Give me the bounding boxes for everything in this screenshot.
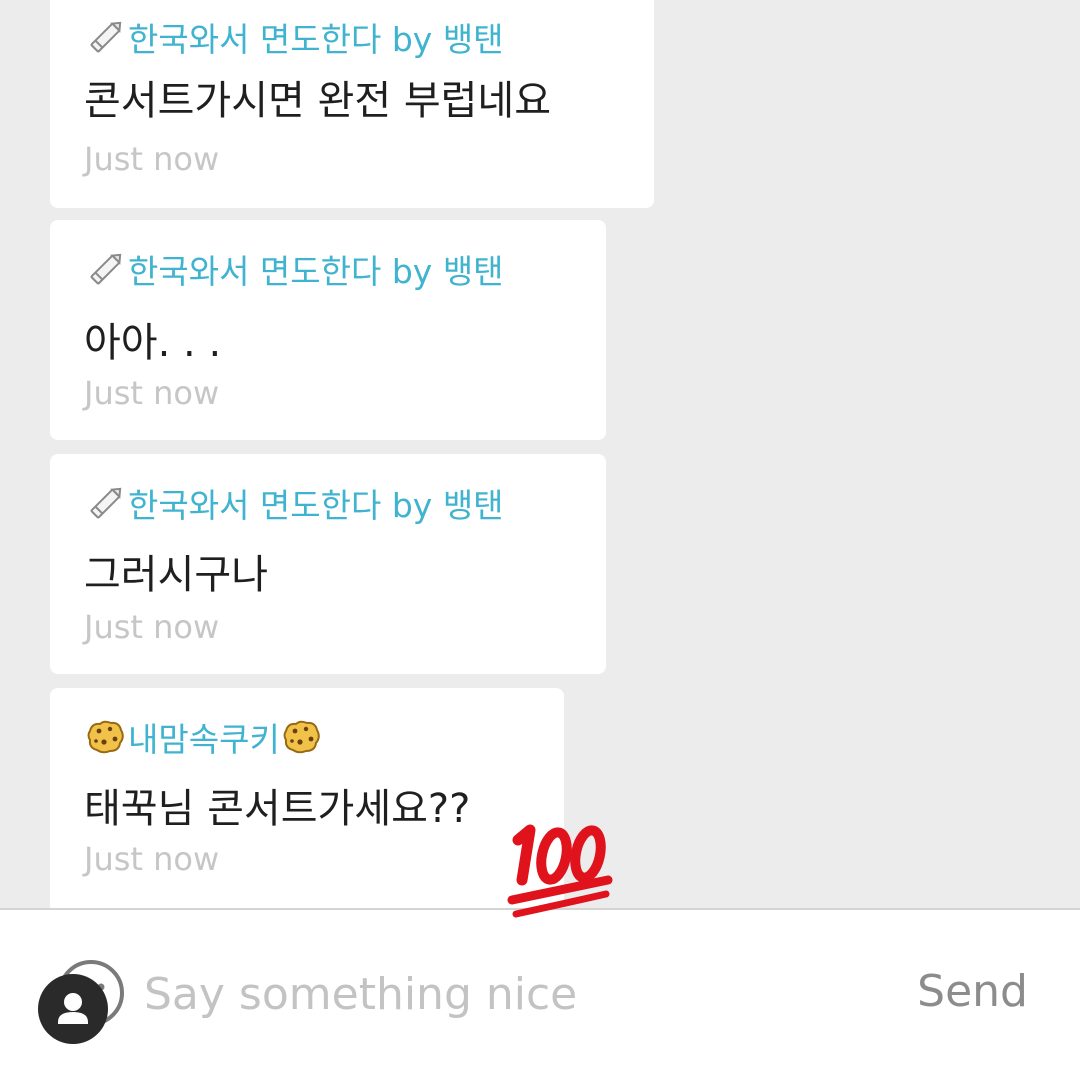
comment-text: 그러시구나	[84, 552, 268, 598]
comment-input[interactable]	[144, 964, 844, 1024]
comment-bubble: 한국와서 면도한다 by 뱅탠 콘서트가시면 완전 부럽네요 Just now	[50, 0, 654, 208]
comment-feed: 한국와서 면도한다 by 뱅탠 콘서트가시면 완전 부럽네요 Just now …	[0, 0, 1080, 908]
comment-text: 콘서트가시면 완전 부럽네요	[84, 78, 552, 124]
cookie-icon	[84, 715, 128, 759]
comment-composer: Send	[0, 908, 1080, 1074]
comment-author[interactable]: 한국와서 면도한다 by 뱅탠	[84, 14, 504, 60]
comment-author-name: 한국와서 면도한다 by 뱅탠	[128, 20, 504, 59]
comment-text: 태꾹님 콘서트가세요??	[84, 786, 471, 832]
comment-author[interactable]: 한국와서 면도한다 by 뱅탠	[84, 246, 504, 292]
pencil-icon	[84, 15, 128, 59]
comment-author-name: 한국와서 면도한다 by 뱅탠	[128, 486, 504, 525]
comment-bubble: 한국와서 면도한다 by 뱅탠 그러시구나 Just now	[50, 454, 606, 674]
comment-bubble: 내맘속쿠키 태꾹님 콘서트가세요?? Just now	[50, 688, 564, 908]
comment-author[interactable]: 내맘속쿠키	[84, 714, 324, 760]
user-avatar-icon[interactable]	[38, 974, 108, 1044]
comment-author-name: 내맘속쿠키	[128, 720, 280, 759]
comment-timestamp: Just now	[84, 840, 220, 878]
pencil-icon	[84, 247, 128, 291]
cookie-icon	[280, 715, 324, 759]
send-button[interactable]: Send	[917, 966, 1028, 1017]
comment-text: 아아. . .	[84, 320, 222, 366]
comment-timestamp: Just now	[84, 608, 220, 646]
pencil-icon	[84, 481, 128, 525]
comment-bubble: 한국와서 면도한다 by 뱅탠 아아. . . Just now	[50, 220, 606, 440]
hundred-points-icon	[500, 810, 616, 922]
comment-timestamp: Just now	[84, 374, 220, 412]
comment-author-name: 한국와서 면도한다 by 뱅탠	[128, 252, 504, 291]
comment-timestamp: Just now	[84, 140, 220, 178]
comment-author[interactable]: 한국와서 면도한다 by 뱅탠	[84, 480, 504, 526]
